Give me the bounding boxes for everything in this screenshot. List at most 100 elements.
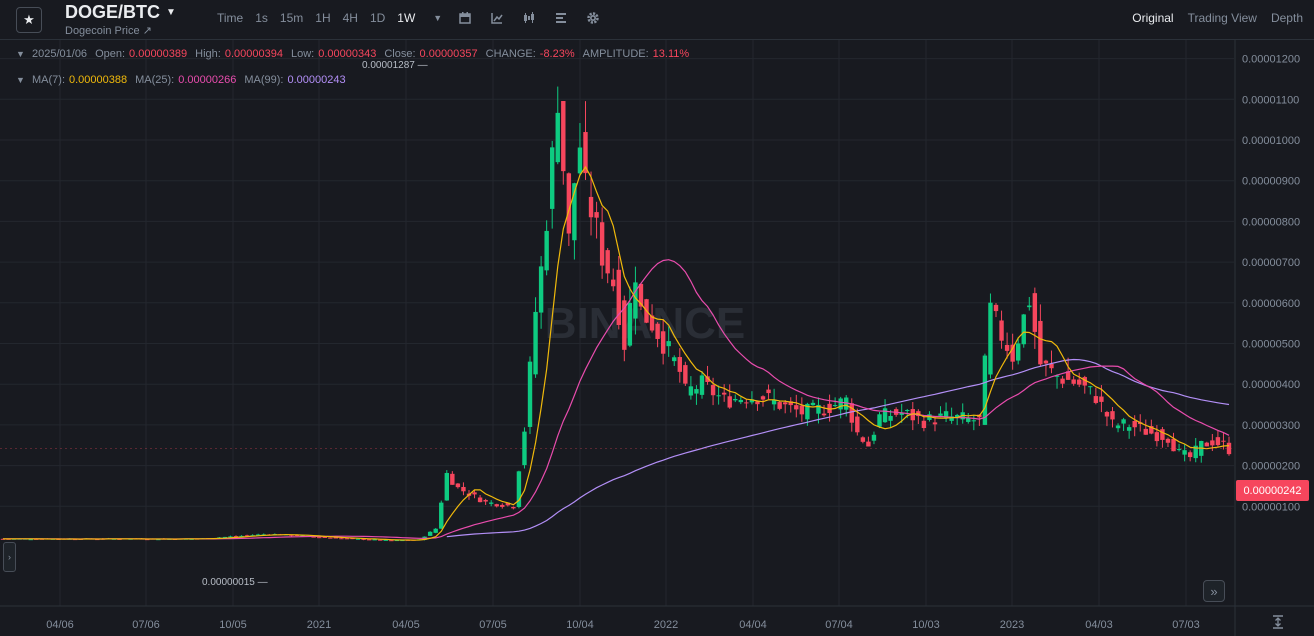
calendar-icon[interactable] — [458, 11, 472, 25]
y-tick-label: 0.00000600 — [1242, 298, 1300, 310]
candle-body — [1088, 386, 1093, 388]
high-label: High: — [195, 48, 221, 60]
candle-body — [1099, 396, 1104, 402]
candle-body — [727, 396, 732, 408]
candle-body — [1154, 432, 1160, 442]
candle-body — [488, 502, 494, 504]
collapse-chevron-icon[interactable]: ▼ — [16, 75, 26, 85]
candle-body — [683, 365, 688, 384]
interval-dropdown-icon[interactable]: ▼ — [433, 13, 442, 23]
candle-body — [672, 357, 677, 362]
x-tick-label: 07/03 — [1172, 619, 1200, 631]
candle-body — [999, 320, 1004, 341]
candle-body — [1027, 305, 1032, 308]
candle-body — [849, 403, 854, 423]
y-tick-label: 0.00000900 — [1242, 176, 1300, 188]
low-value: 0.00000343 — [318, 48, 377, 60]
amplitude-label: AMPLITUDE: — [582, 48, 649, 60]
candle-body — [832, 405, 838, 407]
candle-body — [1221, 440, 1226, 442]
x-tick-label: 10/03 — [912, 619, 940, 631]
candle-body — [1171, 438, 1176, 452]
candle-body — [494, 504, 499, 507]
candle-body — [511, 506, 516, 509]
interval-1h[interactable]: 1H — [315, 11, 330, 25]
candle-body — [905, 410, 910, 412]
view-original[interactable]: Original — [1132, 11, 1173, 25]
low-label: Low: — [290, 48, 315, 60]
favorite-star-icon[interactable]: ★ — [16, 7, 42, 33]
candle-body — [794, 405, 799, 410]
candle-body — [694, 389, 699, 394]
candle-body — [1215, 437, 1221, 446]
candle-body — [1110, 411, 1115, 420]
pair-selector[interactable]: DOGE/BTC ▼ — [65, 2, 176, 23]
candle-body — [633, 282, 638, 319]
x-tick-label: 10/05 — [219, 619, 247, 631]
candle-body — [1077, 379, 1082, 385]
candle-body — [1038, 320, 1043, 365]
candle-body — [821, 413, 827, 416]
fit-axis-icon[interactable] — [1270, 614, 1286, 630]
indicator-icon[interactable] — [490, 11, 504, 25]
coin-price-link[interactable]: Dogecoin Price ↗ — [65, 24, 152, 37]
interval-4h[interactable]: 4H — [343, 11, 358, 25]
interval-bar: Time 1s 15m 1H 4H 1D 1W ▼ — [217, 11, 618, 25]
candle-body — [533, 311, 538, 375]
candle-body — [555, 112, 560, 163]
candle-body — [1182, 450, 1187, 455]
candle-body — [483, 499, 488, 502]
candle-body — [1187, 452, 1193, 458]
ma99-value: 0.00000243 — [287, 74, 346, 86]
candle-body — [1071, 379, 1076, 384]
caret-down-icon: ▼ — [166, 7, 176, 18]
interval-15m[interactable]: 15m — [280, 11, 303, 25]
candle-body — [988, 302, 993, 375]
price-chart[interactable]: BINANCE0.000001000.000002000.000003000.0… — [0, 40, 1314, 636]
open-label: Open: — [95, 48, 126, 60]
x-tick-label: 2022 — [654, 619, 678, 631]
candle-body — [810, 402, 816, 406]
candle-body — [1132, 420, 1137, 428]
candle-body — [1032, 293, 1038, 332]
candle-body — [932, 422, 938, 425]
scroll-to-latest-icon[interactable]: » — [1203, 580, 1225, 602]
candle-body — [317, 537, 322, 539]
x-tick-label: 07/04 — [825, 619, 853, 631]
interval-1d[interactable]: 1D — [370, 11, 385, 25]
interval-1w[interactable]: 1W — [397, 11, 415, 25]
view-depth[interactable]: Depth — [1271, 11, 1303, 25]
expand-left-icon[interactable]: › — [3, 542, 16, 572]
candle-body — [755, 401, 760, 405]
candle-body — [1165, 438, 1171, 443]
collapse-chevron-icon[interactable]: ▼ — [16, 49, 26, 59]
candle-body — [738, 399, 744, 403]
candle-body — [1049, 363, 1054, 369]
x-tick-label: 2023 — [1000, 619, 1024, 631]
candle-body — [733, 398, 738, 401]
candle-body — [699, 375, 705, 395]
candle-body — [877, 414, 882, 427]
x-tick-label: 2021 — [307, 619, 331, 631]
candle-body — [328, 537, 333, 539]
candle-body — [888, 416, 893, 421]
candle-body — [716, 395, 721, 397]
settings-icon[interactable] — [586, 11, 600, 25]
candle-body — [322, 536, 327, 538]
candle-body — [433, 528, 438, 533]
interval-time[interactable]: Time — [217, 11, 243, 25]
candle-body — [1121, 419, 1126, 424]
view-trading-view[interactable]: Trading View — [1188, 11, 1257, 25]
layout-icon[interactable] — [554, 11, 568, 25]
change-label: CHANGE: — [485, 48, 536, 60]
candle-body — [838, 398, 843, 410]
ma7-value: 0.00000388 — [69, 74, 128, 86]
x-tick-label: 07/05 — [479, 619, 507, 631]
x-tick-label: 04/06 — [46, 619, 74, 631]
candle-body — [721, 392, 727, 395]
candle-style-icon[interactable] — [522, 11, 536, 25]
change-value: -8.23% — [539, 48, 575, 60]
y-tick-label: 0.00000400 — [1242, 379, 1300, 391]
candle-body — [1060, 378, 1065, 384]
interval-1s[interactable]: 1s — [255, 11, 268, 25]
